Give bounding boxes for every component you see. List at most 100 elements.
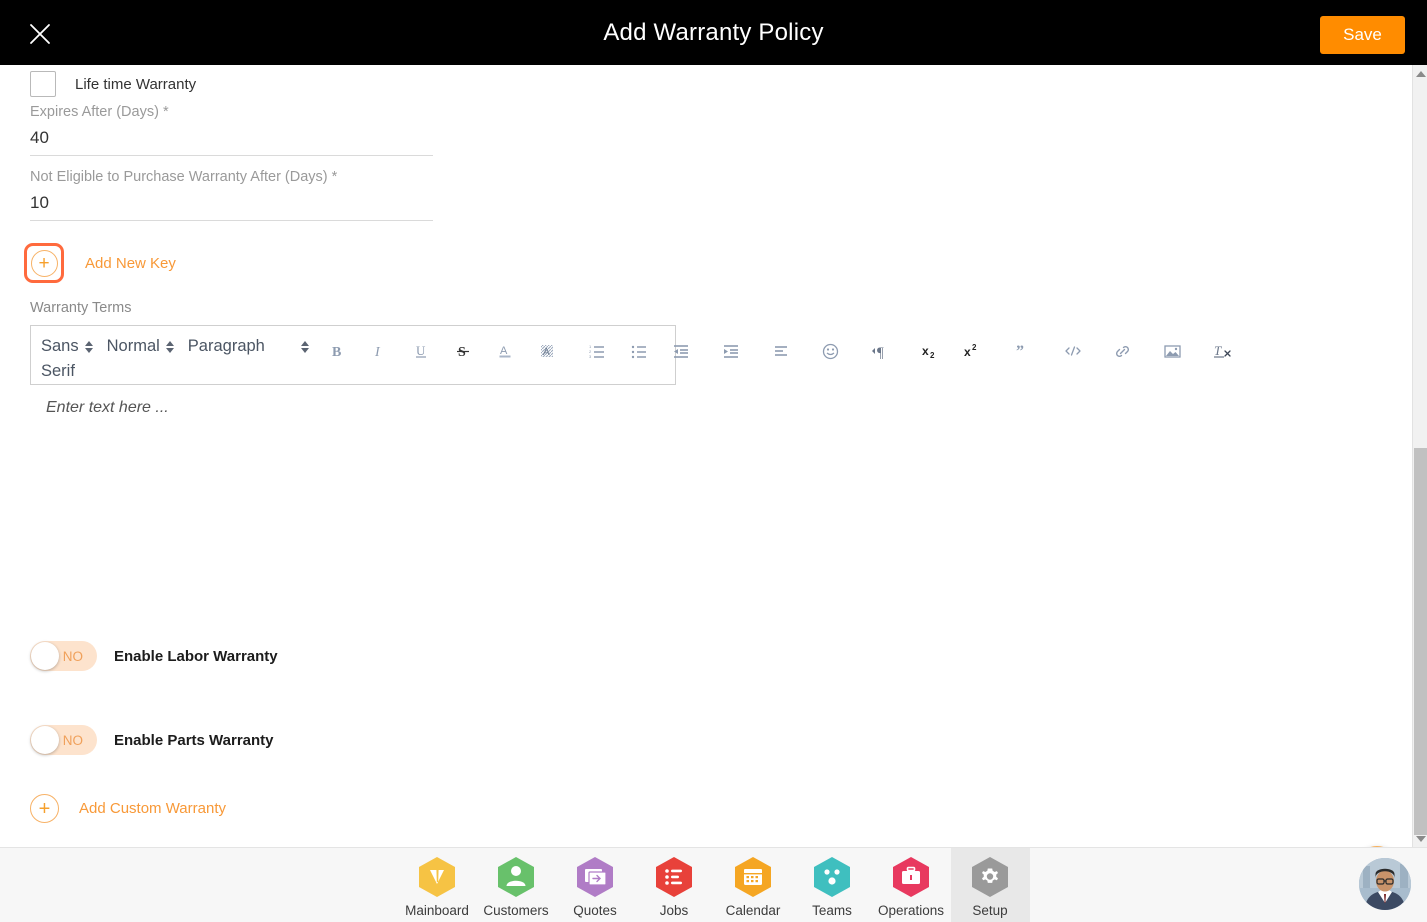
mainboard-icon <box>418 856 456 898</box>
emoji-icon[interactable] <box>817 336 845 366</box>
blockquote-icon[interactable]: ” <box>1009 336 1037 366</box>
chevron-updown-icon <box>84 341 93 353</box>
avatar[interactable] <box>1359 858 1411 910</box>
rte-block-format-value: Paragraph <box>187 337 265 355</box>
ordered-list-icon[interactable]: 1 2 3 <box>583 336 611 366</box>
rte-font-size-value: Normal <box>106 337 160 355</box>
text-direction-icon[interactable]: ¶ <box>867 336 895 366</box>
caret-down-icon <box>1415 835 1426 842</box>
underline-icon[interactable]: U <box>407 336 435 366</box>
align-icon[interactable] <box>767 336 795 366</box>
bullet-list-icon[interactable] <box>625 336 653 366</box>
expires-after-field: Expires After (Days) * 40 <box>30 103 433 156</box>
chevron-updown-icon <box>165 341 174 353</box>
svg-text:B: B <box>332 345 341 359</box>
italic-icon[interactable]: I <box>365 336 393 366</box>
save-button[interactable]: Save <box>1320 16 1405 54</box>
enable-labor-warranty-toggle[interactable]: NO <box>30 641 97 671</box>
expires-after-input[interactable]: 40 <box>30 127 433 155</box>
nav-label-calendar: Calendar <box>725 903 781 918</box>
nav-item-mainboard[interactable]: Mainboard <box>398 848 477 922</box>
warranty-terms-editor: Warranty Terms Sans Serif Normal Paragra… <box>30 300 1231 417</box>
app-root: Add Warranty Policy Save Life time Warra… <box>0 0 1427 922</box>
nav-item-customers[interactable]: Customers <box>477 848 556 922</box>
nav-item-setup[interactable]: Setup <box>950 848 1030 922</box>
lifetime-warranty-label: Life time Warranty <box>75 75 197 93</box>
add-new-key-focus-ring: + <box>24 243 64 283</box>
not-eligible-after-label: Not Eligible to Purchase Warranty After … <box>30 169 338 185</box>
text-color-icon[interactable]: A <box>491 336 519 366</box>
nav-label-setup: Setup <box>972 903 1008 918</box>
rte-font-size-select[interactable]: Normal <box>107 330 174 359</box>
nav-item-operations[interactable]: Operations <box>872 848 951 922</box>
add-new-key-button[interactable]: + Add New Key <box>24 243 176 283</box>
nav-item-jobs[interactable]: Jobs <box>635 848 714 922</box>
rte-toolbar: Sans Serif Normal Paragraph B I U A A 1 … <box>30 325 1231 385</box>
svg-text:2: 2 <box>930 351 935 359</box>
nav-label-teams: Teams <box>812 903 852 918</box>
link-icon[interactable] <box>1109 336 1137 366</box>
enable-labor-warranty-row: NO Enable Labor Warranty <box>30 641 278 671</box>
lifetime-warranty-checkbox[interactable] <box>30 71 56 97</box>
teams-icon <box>813 856 851 898</box>
svg-text:A: A <box>543 347 550 358</box>
calendar-icon <box>734 856 772 898</box>
rte-block-format-select[interactable]: Paragraph <box>188 330 309 359</box>
svg-text:A: A <box>500 345 508 357</box>
warranty-policy-form: Life time Warranty Expires After (Days) … <box>0 65 1412 847</box>
gear-icon <box>971 856 1009 898</box>
user-icon <box>497 856 535 898</box>
vertical-scrollbar[interactable] <box>1412 65 1427 847</box>
warranty-terms-placeholder[interactable]: Enter text here ... <box>46 399 676 417</box>
outdent-icon[interactable] <box>667 336 695 366</box>
lifetime-warranty-row[interactable]: Life time Warranty <box>30 71 196 97</box>
bottom-nav-items: Mainboard Customers Quotes Jobs Calendar… <box>398 848 1030 922</box>
scrollbar-thumb[interactable] <box>1414 448 1427 835</box>
modal-header: Add Warranty Policy Save <box>0 0 1427 65</box>
enable-parts-warranty-state: NO <box>62 732 83 748</box>
svg-text:2: 2 <box>972 343 977 352</box>
add-custom-warranty-button[interactable]: + Add Custom Warranty <box>30 794 226 823</box>
rte-font-family-value: Sans Serif <box>41 337 79 380</box>
warranty-terms-caption: Warranty Terms <box>30 300 132 316</box>
strikethrough-icon[interactable]: S <box>449 336 477 366</box>
bold-icon[interactable]: B <box>323 336 351 366</box>
svg-text:x: x <box>964 345 971 359</box>
add-new-key-label: Add New Key <box>85 254 176 272</box>
enable-labor-warranty-state: NO <box>62 648 83 664</box>
jobs-list-icon <box>655 856 693 898</box>
rte-font-family-select[interactable]: Sans Serif <box>41 330 93 384</box>
bottom-navigation: Mainboard Customers Quotes Jobs Calendar… <box>0 847 1427 922</box>
plus-circle-icon: + <box>30 794 59 823</box>
not-eligible-after-underline <box>30 220 433 221</box>
svg-text:U: U <box>416 343 426 358</box>
form-scroll-area: Life time Warranty Expires After (Days) … <box>0 65 1412 847</box>
enable-parts-warranty-toggle[interactable]: NO <box>30 725 97 755</box>
background-color-icon[interactable]: A <box>533 336 561 366</box>
scrollbar-down-arrow[interactable] <box>1413 830 1427 847</box>
nav-item-calendar[interactable]: Calendar <box>714 848 793 922</box>
toggle-knob <box>31 726 59 754</box>
superscript-icon[interactable]: x 2 <box>959 336 987 366</box>
image-icon[interactable] <box>1159 336 1187 366</box>
briefcase-icon <box>892 856 930 898</box>
nav-label-jobs: Jobs <box>659 903 689 918</box>
enable-labor-warranty-label: Enable Labor Warranty <box>114 647 278 665</box>
code-block-icon[interactable] <box>1059 336 1087 366</box>
svg-text:I: I <box>374 345 381 359</box>
nav-label-mainboard: Mainboard <box>405 903 469 918</box>
indent-icon[interactable] <box>717 336 745 366</box>
subscript-icon[interactable]: x 2 <box>917 336 945 366</box>
nav-item-teams[interactable]: Teams <box>793 848 872 922</box>
svg-text:¶: ¶ <box>877 345 884 359</box>
nav-label-operations: Operations <box>877 903 945 918</box>
chevron-updown-icon <box>300 341 309 353</box>
nav-item-quotes[interactable]: Quotes <box>556 848 635 922</box>
enable-parts-warranty-row: NO Enable Parts Warranty <box>30 725 274 755</box>
expires-after-label: Expires After (Days) * <box>30 104 169 120</box>
scrollbar-up-arrow[interactable] <box>1413 65 1427 82</box>
not-eligible-after-input[interactable]: 10 <box>30 192 433 220</box>
clear-formatting-icon[interactable]: T <box>1209 336 1237 366</box>
expires-after-underline <box>30 155 433 156</box>
svg-text:x: x <box>922 344 929 358</box>
